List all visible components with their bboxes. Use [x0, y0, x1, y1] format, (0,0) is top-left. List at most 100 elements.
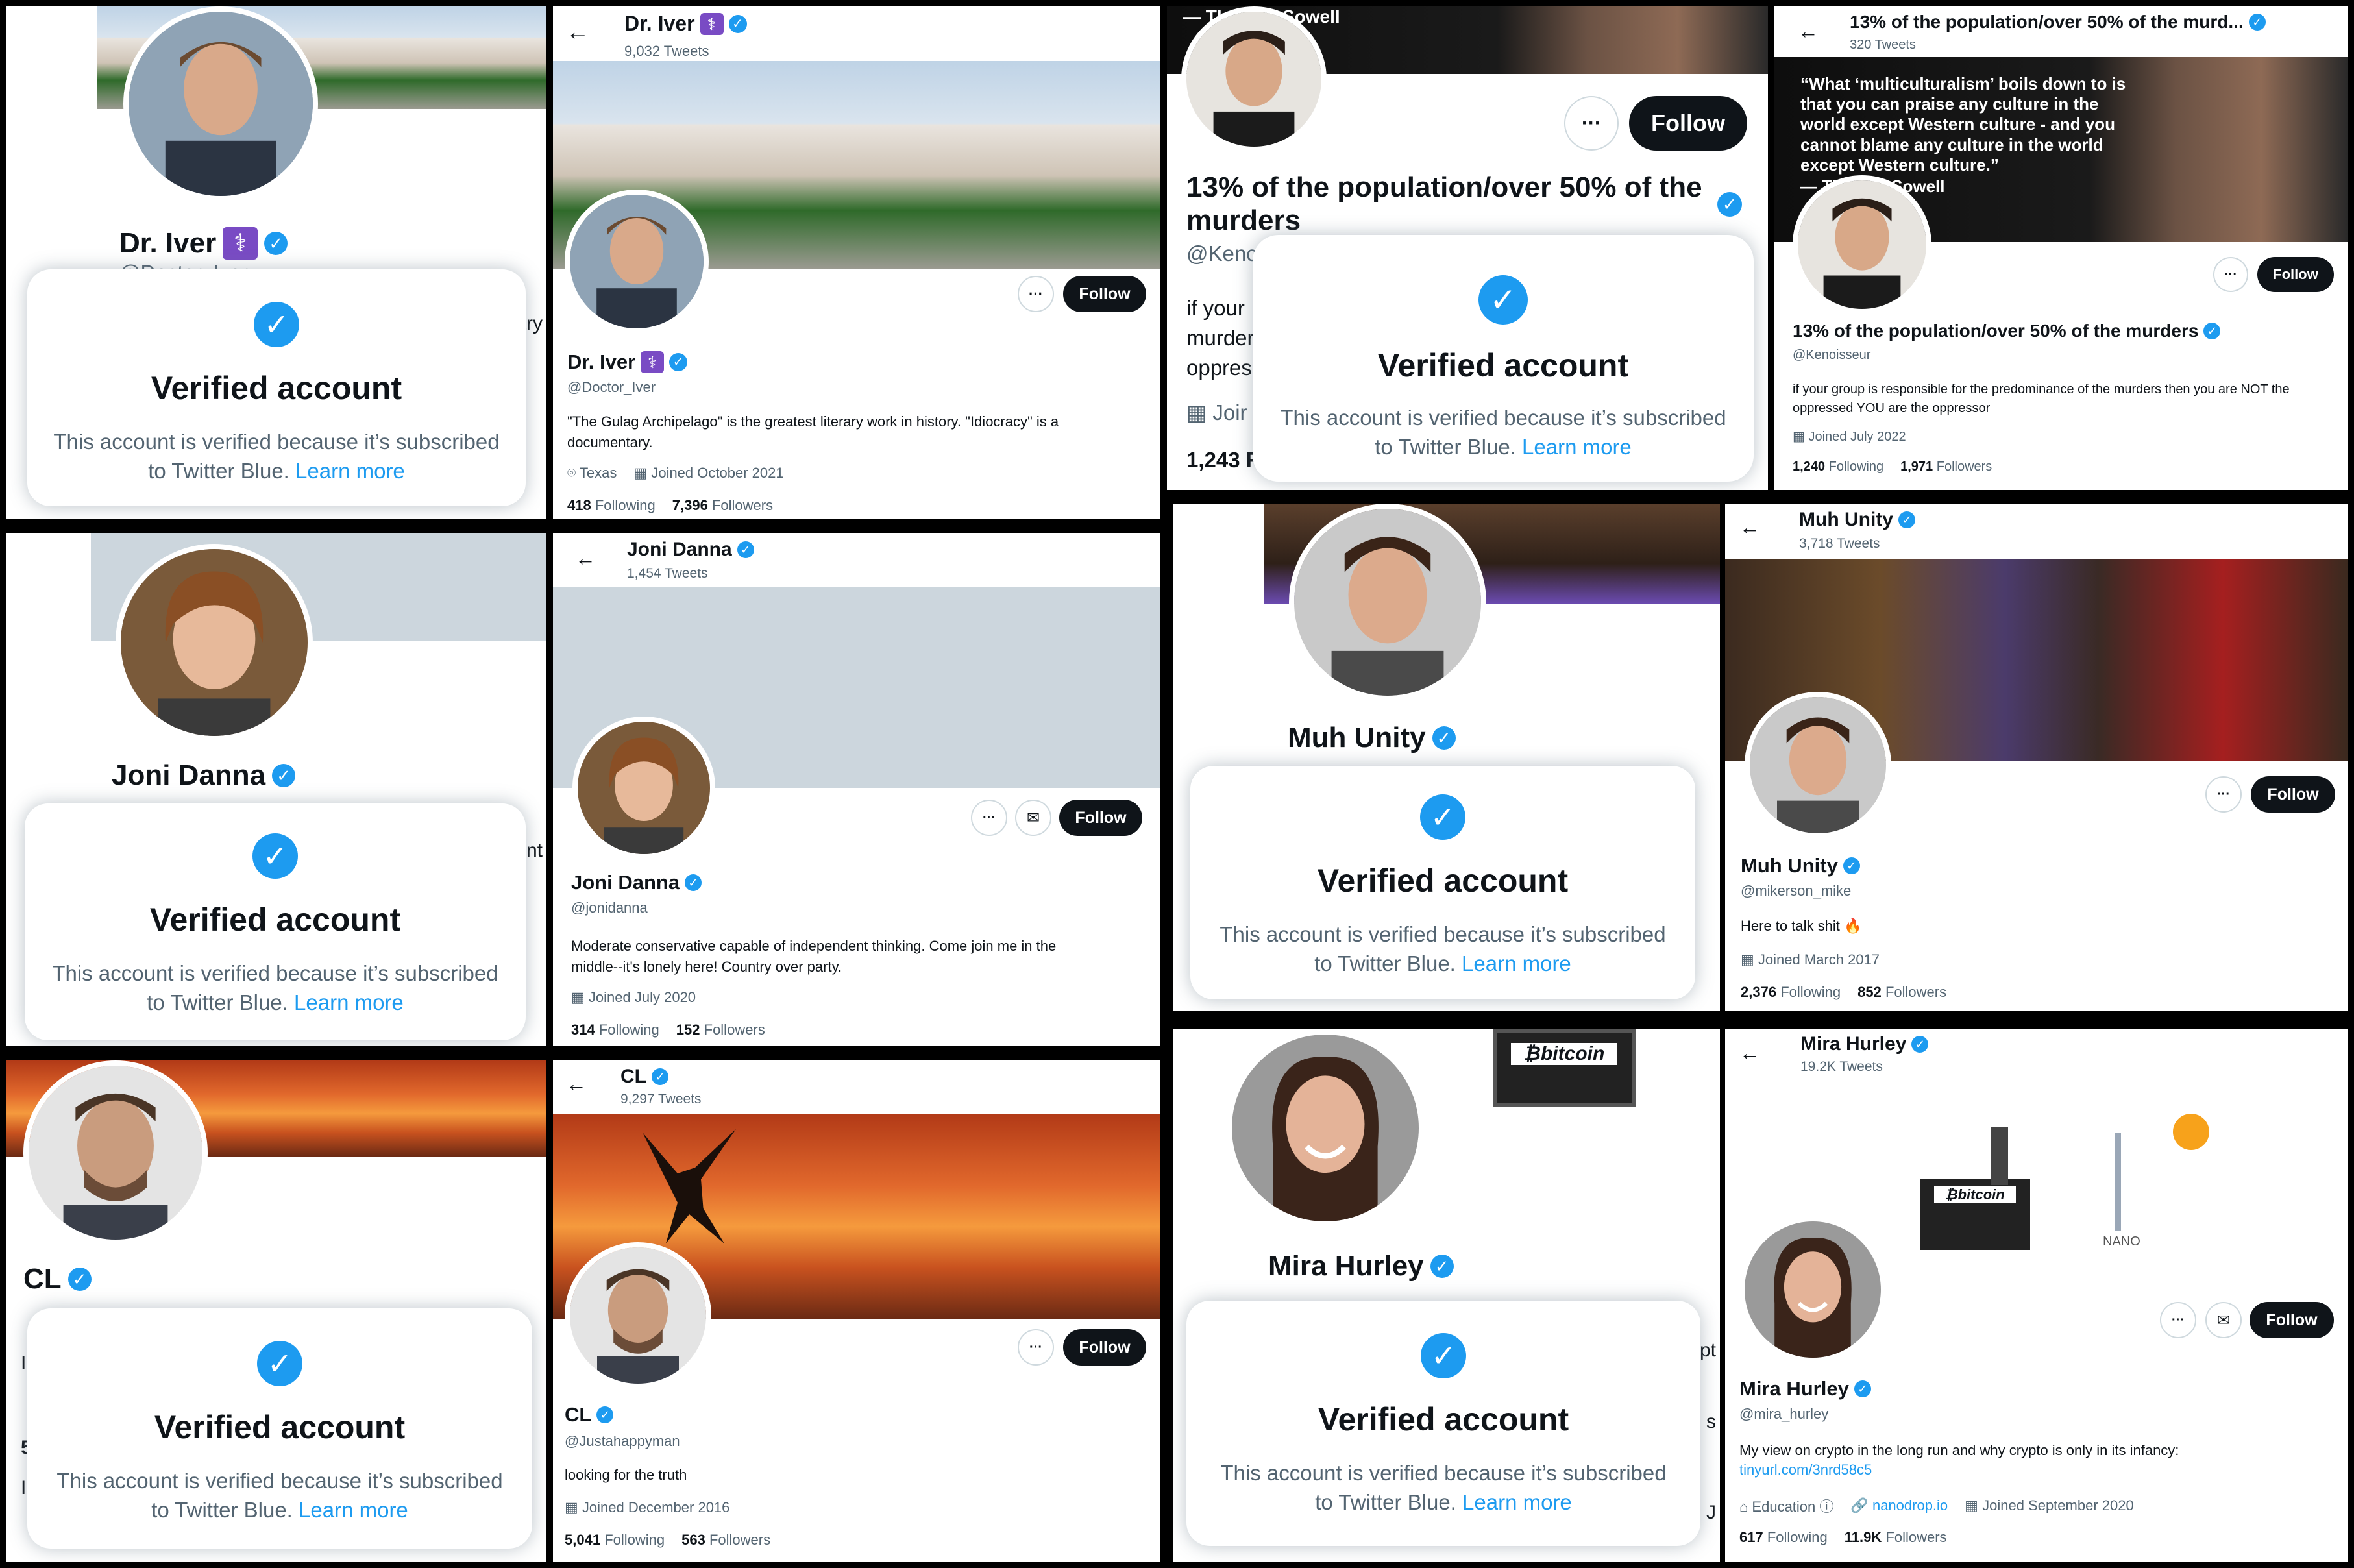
verified-badge-icon[interactable]: ✓ — [2203, 323, 2221, 339]
followers-label: Followers — [1936, 459, 1992, 474]
more-button[interactable]: ··· — [1564, 96, 1619, 151]
verified-badge-icon: ✓ — [257, 1341, 302, 1386]
avatar[interactable] — [1227, 1029, 1424, 1227]
avatar[interactable] — [565, 190, 709, 334]
back-arrow-icon[interactable]: ← — [1798, 19, 1819, 43]
verified-badge-icon[interactable]: ✓ — [685, 874, 702, 891]
verified-badge-icon[interactable]: ✓ — [1717, 192, 1742, 217]
learn-more-link[interactable]: Learn more — [299, 1498, 408, 1522]
mira-zoom-panel: ₿bitcoin Mira Hurley ✓ pt I s J ✓ Verifi… — [1173, 1029, 1720, 1562]
avatar[interactable] — [123, 6, 318, 201]
following-stat[interactable]: 2,376 Following — [1741, 984, 1841, 1001]
profile-handle: @mikerson_mike — [1741, 883, 1852, 899]
followers-stat[interactable]: 11.9K Followers — [1845, 1529, 1947, 1546]
verified-badge-icon[interactable]: ✓ — [1854, 1380, 1871, 1397]
following-count: 617 — [1739, 1529, 1763, 1545]
more-button[interactable]: ··· — [2160, 1302, 2196, 1338]
back-arrow-icon[interactable]: ← — [566, 1072, 587, 1096]
verified-badge-icon[interactable]: ✓ — [1911, 1036, 1929, 1053]
verified-badge-icon[interactable]: ✓ — [1843, 857, 1860, 874]
avatar[interactable] — [23, 1060, 208, 1245]
back-arrow-icon[interactable]: ← — [1739, 515, 1760, 539]
verified-badge-icon[interactable]: ✓ — [67, 1268, 92, 1291]
more-button[interactable]: ··· — [1018, 1329, 1054, 1366]
bio-link[interactable]: tinyurl.com/3nrd58c5 — [1739, 1462, 1872, 1478]
avatar[interactable] — [572, 717, 715, 859]
verified-badge-icon[interactable]: ✓ — [1898, 511, 1915, 528]
verified-badge-icon[interactable]: ✓ — [272, 764, 296, 787]
follow-button[interactable]: Follow — [2257, 257, 2334, 292]
avatar[interactable] — [565, 1242, 711, 1389]
back-arrow-icon[interactable]: ← — [566, 18, 589, 45]
popup-title: Verified account — [1377, 347, 1629, 384]
learn-more-link[interactable]: Learn more — [1462, 951, 1571, 975]
follow-button[interactable]: Follow — [1063, 1329, 1146, 1366]
joined-item: ▦ Joined July 2020 — [571, 989, 696, 1006]
verified-badge-icon[interactable]: ✓ — [596, 1406, 614, 1423]
avatar[interactable] — [116, 544, 313, 741]
profile-name: Dr. Iver ⚕ ✓ — [119, 227, 288, 260]
avatar[interactable] — [1289, 504, 1486, 701]
following-stat[interactable]: 5,041 Following — [565, 1532, 665, 1549]
verified-badge-icon: ✓ — [252, 833, 298, 879]
header-name-text: Mira Hurley — [1800, 1033, 1907, 1055]
iver-zoom-panel: Dr. Iver ⚕ ✓ @Doctor_Iver ary ✓ Verified… — [6, 6, 546, 519]
verified-badge-icon[interactable]: ✓ — [728, 14, 747, 33]
website-item[interactable]: 🔗 nanodrop.io — [1850, 1497, 1948, 1514]
followers-stat[interactable]: 7,396 Followers — [672, 497, 773, 514]
followers-stat[interactable]: 852 Followers — [1857, 984, 1946, 1001]
avatar[interactable] — [1739, 1216, 1886, 1363]
info-icon[interactable]: ⓘ — [1819, 1499, 1833, 1515]
learn-more-link[interactable]: Learn more — [1522, 435, 1632, 459]
verified-badge-icon[interactable]: ✓ — [652, 1068, 668, 1085]
verified-badge-icon[interactable]: ✓ — [264, 232, 288, 255]
message-button[interactable]: ✉ — [2205, 1302, 2242, 1338]
cl-profile-panel: ← CL ✓ 9,297 Tweets ··· Follow CL ✓ @Jus… — [553, 1060, 1160, 1562]
learn-more-link[interactable]: Learn more — [294, 990, 404, 1014]
bio-text: Here to talk shit — [1741, 918, 1840, 934]
location-item: ⌾ Texas — [567, 465, 617, 482]
more-button[interactable]: ··· — [2205, 776, 2242, 813]
banner-quote: “What ‘multiculturalism’ boils down to i… — [1800, 74, 2126, 175]
more-button[interactable]: ··· — [2213, 257, 2248, 292]
back-arrow-icon[interactable]: ← — [1739, 1041, 1760, 1065]
profile-name: Dr. Iver ⚕ ✓ — [567, 350, 688, 374]
more-button[interactable]: ··· — [971, 800, 1007, 836]
tweet-count: 9,032 Tweets — [624, 43, 709, 59]
following-stat[interactable]: 617 Following — [1739, 1529, 1828, 1546]
medical-icon: ⚕ — [700, 12, 724, 35]
avatar[interactable] — [1793, 175, 1931, 314]
joined-item: ▦ Joined July 2022 — [1793, 428, 1906, 445]
follow-button[interactable]: Follow — [1059, 800, 1142, 836]
name-text: CL — [565, 1403, 592, 1426]
learn-more-link[interactable]: Learn more — [295, 459, 405, 483]
avatar[interactable] — [1181, 6, 1327, 152]
verified-badge-icon[interactable]: ✓ — [2248, 14, 2266, 31]
following-stat[interactable]: 1,240 Following — [1793, 459, 1883, 474]
website-link[interactable]: nanodrop.io — [1872, 1497, 1948, 1513]
follow-button[interactable]: Follow — [2251, 776, 2335, 813]
follow-button[interactable]: Follow — [2250, 1302, 2334, 1338]
verified-badge-icon[interactable]: ✓ — [737, 541, 754, 558]
more-button[interactable]: ··· — [1018, 276, 1054, 312]
verified-badge-icon[interactable]: ✓ — [1432, 726, 1456, 750]
learn-more-link[interactable]: Learn more — [1462, 1490, 1572, 1514]
avatar[interactable] — [1745, 692, 1891, 839]
follow-button[interactable]: Follow — [1629, 96, 1747, 151]
followers-stat[interactable]: 1,971 Followers — [1900, 459, 1992, 474]
back-arrow-icon[interactable]: ← — [575, 546, 596, 570]
following-stat[interactable]: 418 Following — [567, 497, 656, 514]
followers-stat[interactable]: 563 Followers — [681, 1532, 770, 1549]
followers-stat[interactable]: 152 Followers — [676, 1022, 765, 1038]
profile-name: Joni Danna ✓ — [571, 871, 702, 894]
message-button[interactable]: ✉ — [1015, 800, 1051, 836]
follow-button[interactable]: Follow — [1063, 276, 1146, 312]
medical-icon: ⚕ — [641, 351, 665, 373]
verified-badge-icon[interactable]: ✓ — [669, 353, 688, 371]
verified-badge-icon[interactable]: ✓ — [1430, 1255, 1454, 1278]
following-count: 1,240 — [1793, 459, 1826, 474]
following-stat[interactable]: 314 Following — [571, 1022, 659, 1038]
profile-name: 13% of the population/over 50% of the mu… — [1186, 171, 1725, 237]
header-name: Dr. Iver ⚕ ✓ — [624, 12, 747, 36]
header-name: Muh Unity ✓ — [1799, 509, 1915, 531]
